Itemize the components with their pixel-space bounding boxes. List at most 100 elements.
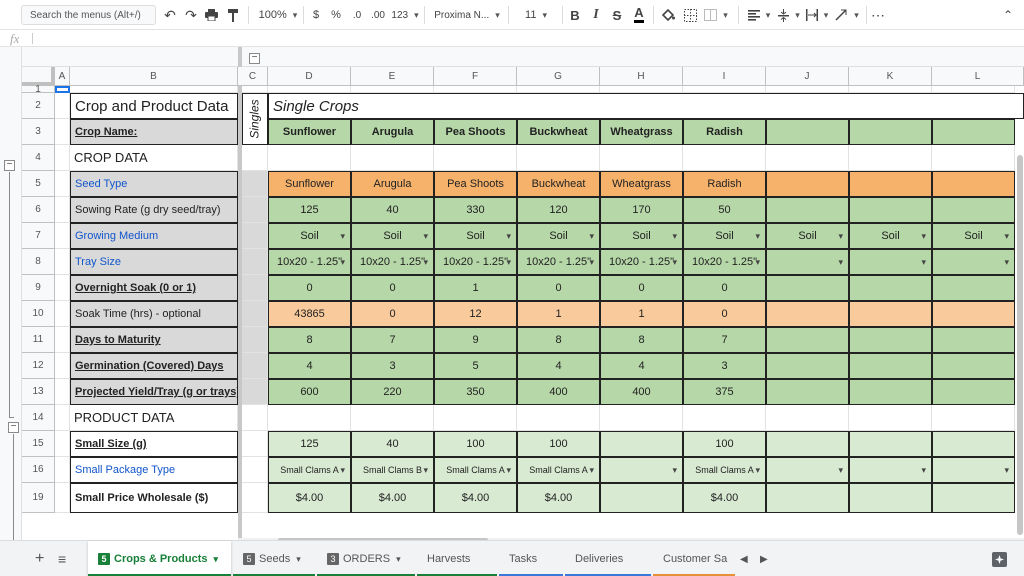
cell-a4[interactable]	[55, 145, 70, 171]
search-menus-input[interactable]: Search the menus (Alt+/)	[21, 5, 156, 25]
cell-c7[interactable]	[242, 223, 268, 249]
cell-c14[interactable]	[242, 405, 268, 431]
product-data-blank-j[interactable]	[766, 405, 849, 431]
sowing-rate-k[interactable]	[849, 197, 932, 223]
cell-k1[interactable]	[849, 86, 932, 93]
font-family-select[interactable]: Proxima N...	[432, 5, 502, 25]
cell-c13[interactable]	[242, 379, 268, 405]
product-data-blank-l[interactable]	[932, 405, 1015, 431]
row-group-collapse-button[interactable]: −	[8, 422, 19, 433]
column-header-a[interactable]: A	[55, 67, 70, 86]
explore-icon[interactable]	[984, 541, 1014, 576]
cell-l1[interactable]	[932, 86, 1015, 93]
overnight-soak-f[interactable]: 1	[434, 275, 517, 301]
valign-icon[interactable]	[776, 5, 802, 25]
small-package-i[interactable]: Small Clams A	[683, 457, 766, 483]
rotate-icon[interactable]	[834, 5, 860, 25]
row-header-4[interactable]: 4	[22, 145, 55, 171]
align-icon[interactable]	[745, 5, 773, 25]
cell-h1[interactable]	[600, 86, 683, 93]
soak-time-i[interactable]: 0	[683, 301, 766, 327]
crop-data-blank-j[interactable]	[766, 145, 849, 171]
days-to-maturity-l[interactable]	[932, 327, 1015, 353]
small-size-k[interactable]	[849, 431, 932, 457]
growing-medium-f[interactable]: Soil	[434, 223, 517, 249]
crops-l[interactable]	[932, 119, 1015, 145]
column-header-i[interactable]: I	[683, 67, 766, 86]
germination-d[interactable]: 4	[268, 353, 351, 379]
add-sheet-button[interactable]: +	[30, 541, 50, 576]
sowing-rate-j[interactable]	[766, 197, 849, 223]
growing-medium-g[interactable]: Soil	[517, 223, 600, 249]
more-formats-select[interactable]: 123	[390, 5, 420, 25]
germination-f[interactable]: 5	[434, 353, 517, 379]
column-header-k[interactable]: K	[849, 67, 932, 86]
germination-l[interactable]	[932, 353, 1015, 379]
cell-c16[interactable]	[242, 457, 268, 483]
germination-g[interactable]: 4	[517, 353, 600, 379]
column-header-e[interactable]: E	[351, 67, 434, 86]
cell-i1[interactable]	[683, 86, 766, 93]
cell-a5[interactable]	[55, 171, 70, 197]
overnight-soak-e[interactable]: 0	[351, 275, 434, 301]
column-header-h[interactable]: H	[600, 67, 683, 86]
small-size-d[interactable]: 125	[268, 431, 351, 457]
cell-c12[interactable]	[242, 353, 268, 379]
tray-size-j[interactable]	[766, 249, 849, 275]
soak-time-d[interactable]: 43865	[268, 301, 351, 327]
sowing-rate-f[interactable]: 330	[434, 197, 517, 223]
growing-medium-k[interactable]: Soil	[849, 223, 932, 249]
small-size-h[interactable]	[600, 431, 683, 457]
growing-medium-l[interactable]: Soil	[932, 223, 1015, 249]
product-data-blank-f[interactable]	[434, 405, 517, 431]
projected-yield-d[interactable]: 600	[268, 379, 351, 405]
tray-size-f[interactable]: 10x20 - 1.25"	[434, 249, 517, 275]
fill-color-icon[interactable]	[660, 5, 676, 25]
crop-data-blank-k[interactable]	[849, 145, 932, 171]
column-header-j[interactable]: J	[766, 67, 849, 86]
days-to-maturity-g[interactable]: 8	[517, 327, 600, 353]
small-price-e[interactable]: $4.00	[351, 483, 434, 513]
print-icon[interactable]	[203, 5, 219, 25]
cell-a19[interactable]	[55, 483, 70, 513]
undo-icon[interactable]: ↶	[162, 5, 178, 25]
soak-time-e[interactable]: 0	[351, 301, 434, 327]
row-header-2[interactable]: 2	[22, 93, 55, 119]
tray-size-g[interactable]: 10x20 - 1.25"	[517, 249, 600, 275]
formula-bar[interactable]: fx	[0, 30, 1024, 47]
seed-type-h[interactable]: Wheatgrass	[600, 171, 683, 197]
vertical-scrollbar-thumb[interactable]	[1017, 155, 1023, 535]
cell-a9[interactable]	[55, 275, 70, 301]
text-color-button[interactable]: A	[632, 5, 646, 23]
soak-time-l[interactable]	[932, 301, 1015, 327]
cell-a3[interactable]	[55, 119, 70, 145]
column-header-l[interactable]: L	[932, 67, 1024, 86]
increase-decimal-button[interactable]: .00	[368, 5, 388, 25]
crop-data-blank-f[interactable]	[434, 145, 517, 171]
cell-f1[interactable]	[434, 86, 517, 93]
days-to-maturity-d[interactable]: 8	[268, 327, 351, 353]
growing-medium-h[interactable]: Soil	[600, 223, 683, 249]
cell-c8[interactable]	[242, 249, 268, 275]
small-package-k[interactable]	[849, 457, 932, 483]
crop-data-blank-g[interactable]	[517, 145, 600, 171]
scroll-tabs-left-button[interactable]: ◀	[738, 541, 752, 576]
cell-a11[interactable]	[55, 327, 70, 353]
cell-g1[interactable]	[517, 86, 600, 93]
scroll-tabs-right-button[interactable]: ▶	[758, 541, 774, 576]
cell-c6[interactable]	[242, 197, 268, 223]
wrap-icon[interactable]	[804, 5, 830, 25]
row-header-7[interactable]: 7	[22, 223, 55, 249]
germination-i[interactable]: 3	[683, 353, 766, 379]
product-data-blank-h[interactable]	[600, 405, 683, 431]
crops-k[interactable]	[849, 119, 932, 145]
cell-c19[interactable]	[242, 483, 268, 513]
germination-k[interactable]	[849, 353, 932, 379]
small-price-d[interactable]: $4.00	[268, 483, 351, 513]
all-sheets-button[interactable]: ≡	[52, 541, 76, 576]
cell-a10[interactable]	[55, 301, 70, 327]
projected-yield-h[interactable]: 400	[600, 379, 683, 405]
small-package-g[interactable]: Small Clams A	[517, 457, 600, 483]
decrease-decimal-button[interactable]: .0	[348, 5, 366, 25]
small-package-j[interactable]	[766, 457, 849, 483]
